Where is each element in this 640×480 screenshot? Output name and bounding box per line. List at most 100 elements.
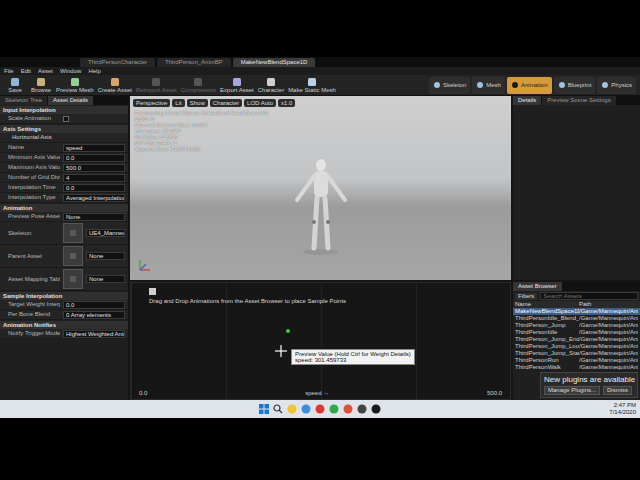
- asset-row[interactable]: MakeNewBlendSpace1D/Game/Mannequin/Ani: [513, 308, 640, 315]
- asset-row[interactable]: ThirdPersonIdle_Blend_Ad/Game/Mannequin/…: [513, 315, 640, 322]
- property-label: Number of Grid Divisions: [8, 173, 60, 182]
- notification-button[interactable]: Dismiss: [603, 386, 632, 395]
- toolbar-button[interactable]: Save: [4, 77, 26, 93]
- editor-modes: SkeletonMeshAnimationBlueprintPhysics: [429, 77, 636, 94]
- property-row: Notify Trigger ModeHighest Weighted Anim…: [0, 329, 128, 339]
- stat-line: Vertices: 52,857: [135, 134, 268, 140]
- preview-viewport[interactable]: PerspectiveLitShowCharacterLOD Autox1.0P…: [130, 96, 511, 280]
- property-field[interactable]: 0 Array elements: [63, 311, 125, 319]
- property-checkbox[interactable]: [63, 116, 69, 122]
- property-field[interactable]: 4: [63, 174, 125, 182]
- viewport-button[interactable]: Show: [187, 99, 208, 107]
- document-tab[interactable]: ThirdPerson_AnimBP: [157, 58, 231, 67]
- property-field[interactable]: speed: [63, 144, 125, 152]
- asset-row[interactable]: ThirdPerson_Jump_End/Game/Mannequin/Ani: [513, 336, 640, 343]
- toolbar-button[interactable]: Make Static Mesh: [288, 77, 336, 93]
- toolbar-button[interactable]: Export Asset: [220, 77, 254, 93]
- property-field[interactable]: None: [63, 213, 125, 221]
- toolbar-button[interactable]: Preview Mesh: [56, 77, 94, 93]
- toolbar-button[interactable]: Character: [258, 77, 284, 93]
- viewport-button[interactable]: Lit: [172, 99, 184, 107]
- asset-row[interactable]: ThirdPerson_Jump_Loop/Game/Mannequin/Ani: [513, 343, 640, 350]
- property-field[interactable]: 500.0: [63, 164, 125, 172]
- viewport-button[interactable]: LOD Auto: [244, 99, 276, 107]
- toolbar-button[interactable]: Browse: [30, 77, 52, 93]
- asset-thumbnail[interactable]: [63, 269, 83, 289]
- mode-icon: [558, 81, 566, 90]
- app-icon: [371, 404, 381, 414]
- editor-window: ThirdPersonCharacterThirdPerson_AnimBPMa…: [0, 57, 640, 400]
- clock[interactable]: 2:47 PM7/14/2020: [609, 402, 636, 416]
- panel-tab[interactable]: Skeleton Tree: [0, 96, 47, 105]
- mode-button[interactable]: Mesh: [472, 77, 505, 94]
- toolbar-button[interactable]: Compression: [181, 77, 216, 93]
- asset-row[interactable]: ThirdPersonRun/Game/Mannequin/Ani: [513, 357, 640, 364]
- section-header[interactable]: Input Interpolation: [0, 106, 128, 114]
- tool-icon: [110, 77, 120, 87]
- tool-icon: [10, 77, 20, 87]
- column-header[interactable]: Name: [515, 301, 579, 308]
- viewport-toolbar: PerspectiveLitShowCharacterLOD Autox1.0: [133, 99, 295, 107]
- mannequin-icon: [289, 156, 353, 256]
- viewport-button[interactable]: Character: [210, 99, 242, 107]
- toolbar-button[interactable]: Reimport Asset: [136, 77, 177, 93]
- property-row: Interpolation Time0.0: [0, 183, 128, 193]
- asset-search[interactable]: [540, 292, 638, 300]
- viewport-button[interactable]: x1.0: [278, 99, 295, 107]
- stat-line: Approx Size: 72x215x66: [135, 146, 268, 152]
- asset-path: /Game/Mannequin/Ani: [579, 315, 638, 322]
- section-header[interactable]: Animation Notifies: [0, 321, 128, 329]
- section-header[interactable]: Animation: [0, 204, 128, 212]
- property-label: Minimum Axis Value: [8, 153, 60, 162]
- mode-button[interactable]: Animation: [507, 77, 552, 94]
- section-header[interactable]: Sample Interpolation: [0, 292, 128, 300]
- asset-picker[interactable]: None: [86, 252, 125, 260]
- blend-space-graph[interactable]: Drag and Drop Animations from the Asset …: [130, 282, 511, 400]
- mode-button[interactable]: Skeleton: [429, 77, 470, 94]
- panel-tab[interactable]: Preview Scene Settings: [542, 96, 615, 105]
- panel-tab[interactable]: Asset Details: [48, 96, 93, 105]
- property-row: Scale Animation: [0, 114, 128, 124]
- property-field[interactable]: Averaged Interpolation: [63, 194, 125, 202]
- section-header[interactable]: Axis Settings: [0, 125, 128, 133]
- column-header[interactable]: Path: [579, 301, 638, 308]
- asset-details-panel: Skeleton TreeAsset DetailsInput Interpol…: [0, 96, 128, 400]
- toolbar-label: Preview Mesh: [56, 87, 94, 93]
- document-tab[interactable]: ThirdPersonCharacter: [80, 58, 155, 67]
- mode-button[interactable]: Physics: [597, 77, 636, 94]
- property-field[interactable]: 0.0: [63, 301, 125, 309]
- app-icon: [315, 404, 325, 414]
- mode-icon: [601, 81, 609, 90]
- mode-button[interactable]: Blueprint: [554, 77, 596, 94]
- axis-max: 500.0: [487, 389, 502, 398]
- property-field[interactable]: Highest Weighted Animation: [63, 330, 125, 338]
- stat-line: UV Channels: 1: [135, 140, 268, 146]
- panel-tab[interactable]: Asset Browser: [513, 282, 562, 291]
- app-icon: [357, 404, 367, 414]
- windows-start-icon: [259, 404, 269, 414]
- viewport-button[interactable]: Perspective: [133, 99, 170, 107]
- notification-button[interactable]: Manage Plugins...: [544, 386, 600, 395]
- filters-button[interactable]: Filters: [515, 293, 537, 300]
- subsection-label[interactable]: Horizontal Axis: [8, 133, 52, 142]
- asset-row[interactable]: ThirdPerson_Jump_Start/Game/Mannequin/An…: [513, 350, 640, 357]
- asset-row[interactable]: ThirdPerson_Jump/Game/Mannequin/Ani: [513, 322, 640, 329]
- property-row: SkeletonUE4_Mannequin_Skeleton: [0, 222, 128, 245]
- asset-thumbnail[interactable]: [63, 246, 83, 266]
- asset-row[interactable]: ThirdPersonIdle/Game/Mannequin/Ani: [513, 329, 640, 336]
- property-row: Maximum Axis Value500.0: [0, 163, 128, 173]
- preview-point[interactable]: [286, 329, 290, 333]
- toolbar-button[interactable]: Create Asset: [98, 77, 132, 93]
- crosshair-cursor-icon: [275, 345, 287, 357]
- asset-thumbnail[interactable]: [63, 223, 83, 243]
- property-field[interactable]: 0.0: [63, 154, 125, 162]
- app-icon: [301, 404, 311, 414]
- asset-picker[interactable]: None: [86, 275, 125, 283]
- property-field[interactable]: 0.0: [63, 184, 125, 192]
- document-tab[interactable]: MakeNewBlendSpace1D: [233, 58, 316, 67]
- asset-picker[interactable]: UE4_Mannequin_Skeleton: [86, 229, 125, 237]
- panel-tab[interactable]: Details: [513, 96, 541, 105]
- horizontal-axis: 0.0speed →500.0: [131, 389, 510, 398]
- asset-row[interactable]: ThirdPersonWalk/Game/Mannequin/Ani: [513, 364, 640, 371]
- toolbar-label: Compression: [181, 87, 216, 93]
